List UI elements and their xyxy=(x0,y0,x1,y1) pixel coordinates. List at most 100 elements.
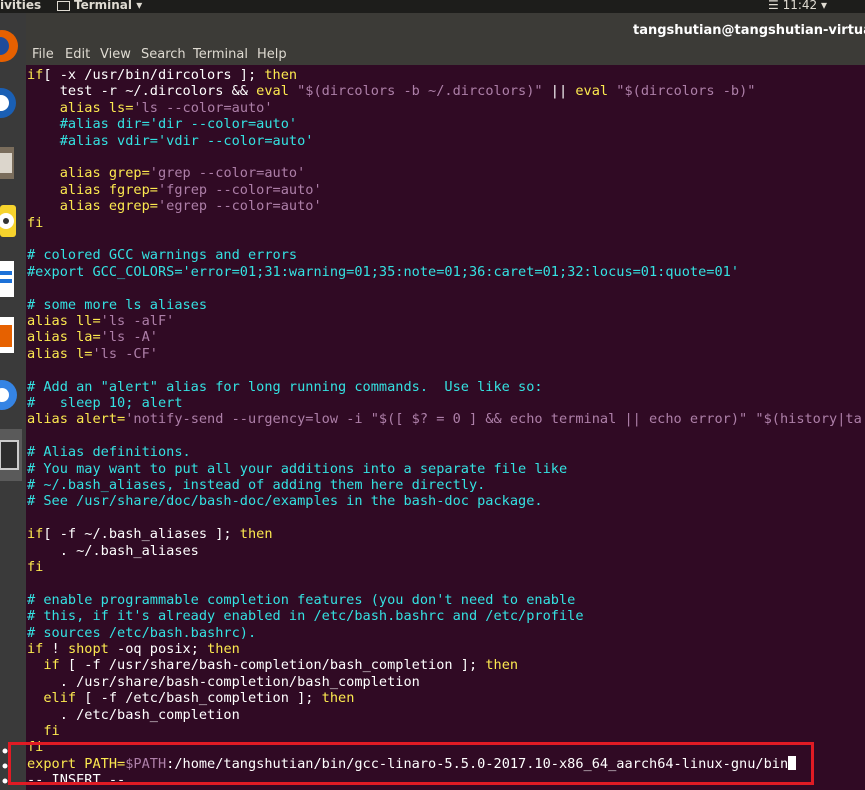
window-title: tangshutian@tangshutian-virtual-m xyxy=(633,23,865,38)
highlight-box xyxy=(8,742,814,785)
terminal-text: then xyxy=(485,657,519,674)
terminal-line: alias alert='notify-send --urgency=low -… xyxy=(27,411,862,427)
terminal-text: 'ls -alF' xyxy=(100,313,175,329)
terminal-line: # colored GCC warnings and errors xyxy=(27,247,297,263)
clock[interactable]: ☰ 11:42 ▾ xyxy=(768,0,827,12)
terminal-line: alias l='ls -CF' xyxy=(27,346,158,362)
terminal-text: alias grep= xyxy=(59,165,150,182)
terminal-text: then xyxy=(239,526,273,543)
terminal-text: 'ls -CF' xyxy=(92,345,158,362)
terminal-text: 'egrep --color=auto' xyxy=(157,198,322,215)
terminal-text: # ~/.bash_aliases, instead of adding the… xyxy=(27,477,486,493)
terminal-text: alias ll= xyxy=(27,313,101,329)
thunderbird-icon[interactable] xyxy=(0,86,18,120)
help-icon[interactable] xyxy=(0,375,18,415)
launcher-dock xyxy=(0,13,26,790)
terminal-text: if xyxy=(43,657,60,674)
terminal-text: 'notify-send --urgency=low -i "$([ $? = … xyxy=(125,411,862,428)
terminal-text: . /etc/bash_completion xyxy=(27,706,240,723)
terminal-line: . /usr/share/bash-completion/bash_comple… xyxy=(27,674,420,690)
terminal-line: # sources /etc/bash.bashrc). xyxy=(27,625,256,641)
terminal-text: 'ls --color=auto' xyxy=(133,99,273,116)
terminal-line: # See /usr/share/doc/bash-doc/examples i… xyxy=(27,493,543,509)
terminal-text: alias l= xyxy=(27,345,93,362)
terminal-text: if xyxy=(27,67,44,83)
terminal-text: fi xyxy=(43,723,60,739)
terminal-line: # enable programmable completion feature… xyxy=(27,592,575,608)
terminal-line: # Alias definitions. xyxy=(27,444,191,460)
terminal-text: 'ls -A' xyxy=(100,329,158,346)
libreoffice-writer-icon[interactable] xyxy=(0,257,18,301)
terminal-text: # enable programmable completion feature… xyxy=(27,591,576,608)
menu-file[interactable]: File xyxy=(32,47,54,62)
terminal-text: -oq posix; xyxy=(108,641,208,657)
terminal-text: # sources /etc/bash.bashrc). xyxy=(27,624,257,641)
terminal-text: alias ls= xyxy=(59,99,134,116)
terminal-line: if[ -f ~/.bash_aliases ]; then xyxy=(27,526,273,542)
terminal-text: # Alias definitions. xyxy=(27,444,191,461)
firefox-icon[interactable] xyxy=(0,28,18,64)
terminal-line: fi xyxy=(27,723,60,739)
terminal-line: alias fgrep='fgrep --color=auto' xyxy=(27,182,322,198)
terminal-line: if ! shopt -oq posix; then xyxy=(27,641,240,657)
terminal-line: # You may want to put all your additions… xyxy=(27,461,567,477)
terminal-line: #export GCC_COLORS='error=01;31:warning=… xyxy=(27,264,739,280)
menu-view[interactable]: View xyxy=(100,47,131,62)
terminal-line: alias grep='grep --color=auto' xyxy=(27,165,306,182)
terminal-line: test -r ~/.dircolors && eval "$(dircolor… xyxy=(27,83,756,100)
terminal-text: # some more ls aliases xyxy=(27,296,208,313)
terminal-line: alias egrep='egrep --color=auto' xyxy=(27,198,322,214)
terminal-line: alias ll='ls -alF' xyxy=(27,313,174,329)
terminal-text: alias la= xyxy=(27,329,101,346)
terminal-line: if [ -f /usr/share/bash-completion/bash_… xyxy=(27,657,518,673)
terminal-line: # this, if it's already enabled in /etc/… xyxy=(27,608,584,624)
terminal-text: "$(dircolors -b ~/.dircolors)" xyxy=(288,83,543,100)
terminal-text: elif xyxy=(43,690,77,707)
menu-help[interactable]: Help xyxy=(257,47,287,62)
terminal-launcher-icon[interactable] xyxy=(0,429,22,481)
terminal-text: # sleep 10; alert xyxy=(27,395,183,411)
terminal-line: if[ -x /usr/bin/dircolors ]; then xyxy=(27,67,297,83)
terminal-text: # Add an "alert" alias for long running … xyxy=(27,378,543,395)
terminal-text: alias fgrep= xyxy=(59,181,158,198)
terminal-line: elif [ -f /etc/bash_completion ]; then xyxy=(27,690,354,706)
terminal-text: if xyxy=(27,526,44,543)
terminal-text: eval xyxy=(256,83,289,100)
terminal-line: # sleep 10; alert xyxy=(27,395,183,411)
menu-edit[interactable]: Edit xyxy=(65,47,90,62)
rhythmbox-icon[interactable] xyxy=(0,201,18,241)
window-titlebar[interactable]: tangshutian@tangshutian-virtual-m xyxy=(26,13,865,45)
terminal-text: fi xyxy=(27,214,44,231)
menu-search[interactable]: Search xyxy=(141,47,186,62)
terminal-content[interactable]: if[ -x /usr/bin/dircolors ]; then test -… xyxy=(26,65,865,790)
terminal-text: ! xyxy=(43,641,68,657)
activities-button[interactable]: ivities xyxy=(0,0,41,12)
menu-terminal[interactable]: Terminal xyxy=(193,47,248,62)
terminal-text: then xyxy=(207,641,240,657)
terminal-text: . ~/.bash_aliases xyxy=(27,542,199,559)
menu-bar: File Edit View Search Terminal Help xyxy=(26,45,865,65)
terminal-line: alias ls='ls --color=auto' xyxy=(27,100,273,116)
terminal-icon xyxy=(57,0,70,11)
terminal-line: # some more ls aliases xyxy=(27,297,207,313)
terminal-text: then xyxy=(264,67,298,83)
terminal-text: # this, if it's already enabled in /etc/… xyxy=(27,608,584,625)
libreoffice-impress-icon[interactable] xyxy=(0,313,18,357)
terminal-text: #alias vdir='vdir --color=auto' xyxy=(27,132,314,149)
terminal-text: #alias dir='dir --color=auto' xyxy=(27,116,298,133)
terminal-text: . /usr/share/bash-completion/bash_comple… xyxy=(27,673,420,690)
terminal-line: #alias vdir='vdir --color=auto' xyxy=(27,132,314,149)
terminal-text: eval xyxy=(575,83,609,100)
terminal-line: . /etc/bash_completion xyxy=(27,707,240,723)
terminal-text: #export GCC_COLORS='error=01;31:warning=… xyxy=(27,263,740,280)
files-icon[interactable] xyxy=(0,143,18,183)
terminal-line: . ~/.bash_aliases xyxy=(27,543,199,559)
terminal-text: if xyxy=(27,641,44,657)
terminal-text: 'grep --color=auto' xyxy=(149,165,306,182)
app-menu[interactable]: Terminal ▾ xyxy=(57,0,142,12)
